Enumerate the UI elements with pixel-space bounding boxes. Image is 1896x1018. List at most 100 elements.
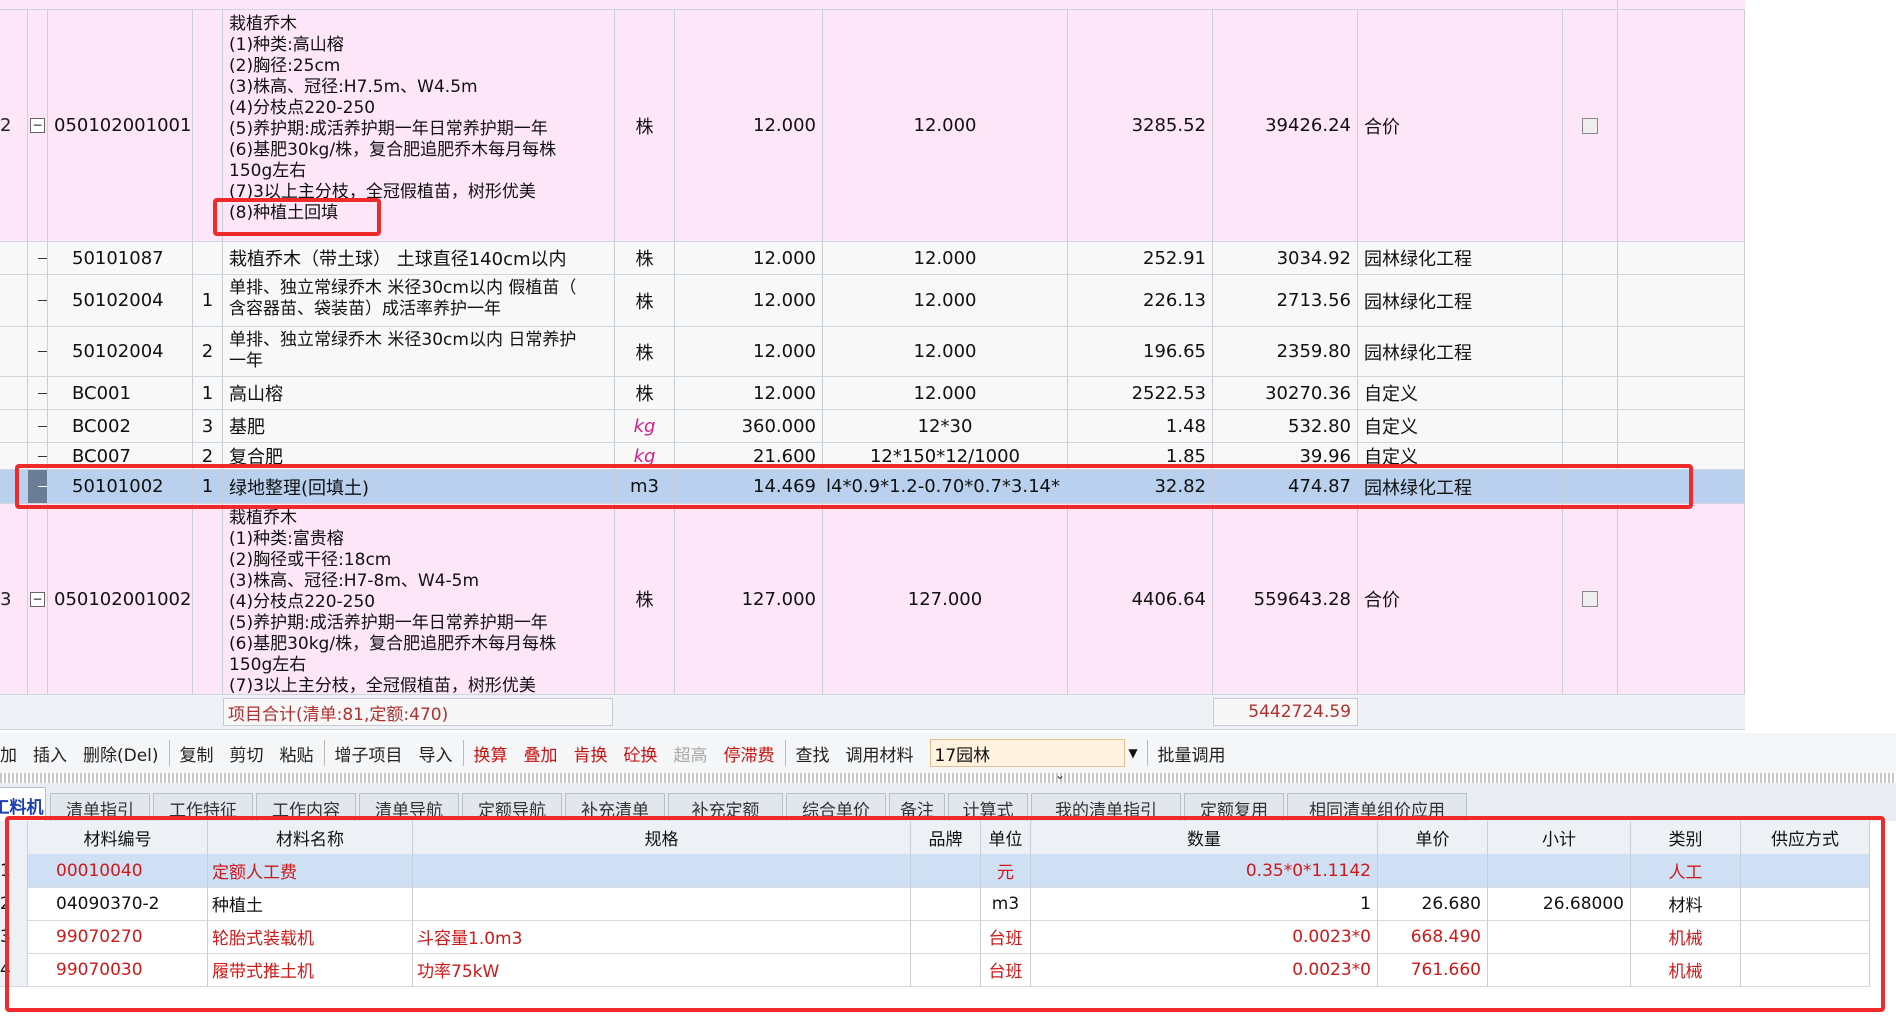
cell-qty[interactable]: 12.000 [675,377,823,409]
header-category[interactable]: 类别 [1631,821,1741,854]
tab-formula[interactable]: 计算式 [948,793,1028,821]
cell-qty[interactable]: 127.000 [675,504,823,694]
toolbar-add-button[interactable]: 加 [0,738,25,768]
material-supply[interactable] [1741,920,1870,953]
material-row[interactable]: 2 04090370-2 种植土 m3 1 26.680 26.68000 材料 [0,887,1870,921]
cell-price[interactable]: 3285.52 [1068,10,1213,241]
tab-same-bill-pricing[interactable]: 相同清单组价应用 [1287,793,1467,821]
cell-unit[interactable]: kg [615,410,675,442]
cell-extra[interactable] [1618,470,1745,503]
cell-price[interactable]: 1.85 [1068,443,1213,469]
material-supply[interactable] [1741,953,1870,986]
tab-work-features[interactable]: 工作特征 [153,793,253,821]
material-row[interactable]: 3 99070270 轮胎式装载机 斗容量1.0m3 台班 0.0023*0 6… [0,920,1870,954]
checkbox-icon[interactable] [1582,591,1598,607]
material-price[interactable]: 668.490 [1378,920,1488,953]
cell-price[interactable]: 32.82 [1068,470,1213,503]
material-library-select[interactable]: 17园林 ▼ [929,739,1138,767]
material-code[interactable]: 99070030 [28,953,208,986]
cell-price[interactable]: 2522.53 [1068,377,1213,409]
toolbar-cut-button[interactable]: 剪切 [222,738,272,768]
toolbar-overlay-button[interactable]: 叠加 [516,738,566,768]
cell-checkbox[interactable] [1563,10,1618,241]
cell-unit[interactable]: 株 [615,504,675,694]
cell-name[interactable]: 单排、独立常绿乔木 米径30cm以内 假植苗（ 含容器苗、袋装苗）成活率养护一年 [223,275,615,326]
tree-toggle[interactable]: − [28,10,48,241]
cell-price[interactable]: 196.65 [1068,327,1213,376]
cell-checkbox[interactable] [1563,242,1618,274]
cell-unit[interactable]: m3 [615,470,675,503]
tab-work-content[interactable]: 工作内容 [256,793,356,821]
header-code[interactable]: 材料编号 [28,821,208,854]
toolbar-delete-button[interactable]: 删除(Del) [75,738,167,768]
cell-price[interactable]: 226.13 [1068,275,1213,326]
material-spec[interactable] [413,887,911,920]
cell-name[interactable]: 基肥 [223,410,615,442]
table-row[interactable]: 50102004 2 单排、独立常绿乔木 米径30cm以内 日常养护 一年 株 … [0,327,1745,377]
cell-total[interactable]: 39426.24 [1213,10,1358,241]
cell-code[interactable]: 50102004 [48,275,193,326]
material-unit[interactable]: 元 [981,854,1031,887]
cell-type[interactable]: 自定义 [1358,443,1563,469]
cell-code[interactable]: 50102004 [48,327,193,376]
cell-checkbox[interactable] [1563,410,1618,442]
cell-qty[interactable]: 12.000 [675,10,823,241]
material-brand[interactable] [911,920,981,953]
collapse-icon[interactable]: − [30,118,45,133]
material-subtotal[interactable] [1488,854,1631,887]
cell-extra[interactable] [1618,10,1745,241]
cell-expr[interactable]: 12.000 [823,275,1068,326]
material-qty[interactable]: 1 [1031,887,1378,920]
material-unit[interactable]: 台班 [981,953,1031,986]
cell-total[interactable]: 2713.56 [1213,275,1358,326]
material-spec[interactable]: 功率75kW [413,953,911,986]
tab-supplement-quota[interactable]: 补充定额 [668,793,783,821]
table-row-selected[interactable]: 50101002 1 绿地整理(回填土) m3 14.469 l4*0.9*1.… [0,470,1745,504]
cell-total[interactable]: 532.80 [1213,410,1358,442]
cell-name[interactable]: 栽植乔木 (1)种类:富贵榕 (2)胸径或干径:18cm (3)株高、冠径:H7… [223,504,615,694]
cell-checkbox[interactable] [1563,327,1618,376]
table-row[interactable]: BC007 2 复合肥 kg 21.600 12*150*12/1000 1.8… [0,443,1745,470]
cell-seq[interactable]: 1 [193,470,223,503]
cell-name[interactable]: 绿地整理(回填土) [223,470,615,503]
header-unit[interactable]: 单位 [981,821,1031,854]
table-row[interactable]: 3 − 050102001002 栽植乔木 (1)种类:富贵榕 (2)胸径或干径… [0,504,1745,695]
cell-code[interactable]: 50101087 [48,242,193,274]
cell-code[interactable]: BC001 [48,377,193,409]
toolbar-call-material-button[interactable]: 调用材料 [838,738,922,768]
tab-quota-reuse[interactable]: 定额复用 [1184,793,1284,821]
cell-name[interactable]: 复合肥 [223,443,615,469]
tab-quota-navigation[interactable]: 定额导航 [462,793,562,821]
cell-total[interactable]: 30270.36 [1213,377,1358,409]
cell-code[interactable]: 050102001001 [48,10,193,241]
toolbar-concrete-swap-button[interactable]: 砼换 [616,738,666,768]
cell-checkbox[interactable] [1563,377,1618,409]
cell-expr[interactable]: 12*30 [823,410,1068,442]
material-name[interactable]: 履带式推土机 [208,953,413,986]
material-code[interactable]: 00010040 [28,854,208,887]
material-supply[interactable] [1741,887,1870,920]
toolbar-overheight-button[interactable]: 超高 [666,738,716,768]
cell-code[interactable]: BC002 [48,410,193,442]
material-unit[interactable]: m3 [981,887,1031,920]
collapse-icon[interactable]: − [30,591,45,607]
cell-unit[interactable]: 株 [615,275,675,326]
cell-extra[interactable] [1618,443,1745,469]
bill-grid[interactable]: 2 − 050102001001 栽植乔木 (1)种类:高山榕 (2)胸径:25… [0,0,1896,695]
material-table[interactable]: 材料编号 材料名称 规格 品牌 单位 数量 单价 小计 类别 供应方式 1 00… [0,821,1870,1018]
material-name[interactable]: 轮胎式装载机 [208,920,413,953]
cell-name[interactable]: 高山榕 [223,377,615,409]
toolbar-swap-button[interactable]: 肯换 [566,738,616,768]
cell-extra[interactable] [1618,410,1745,442]
cell-price[interactable]: 4406.64 [1068,504,1213,694]
cell-unit[interactable]: 株 [615,327,675,376]
material-code[interactable]: 99070270 [28,920,208,953]
header-supply[interactable]: 供应方式 [1741,821,1870,854]
material-price[interactable] [1378,854,1488,887]
cell-type[interactable]: 园林绿化工程 [1358,327,1563,376]
cell-name[interactable]: 单排、独立常绿乔木 米径30cm以内 日常养护 一年 [223,327,615,376]
cell-name[interactable]: 栽植乔木 (1)种类:高山榕 (2)胸径:25cm (3)株高、冠径:H7.5m… [223,10,615,241]
header-name[interactable]: 材料名称 [208,821,413,854]
material-subtotal[interactable]: 26.68000 [1488,887,1631,920]
table-row[interactable]: 50101087 栽植乔木（带土球） 土球直径140cm以内 株 12.000 … [0,242,1745,275]
